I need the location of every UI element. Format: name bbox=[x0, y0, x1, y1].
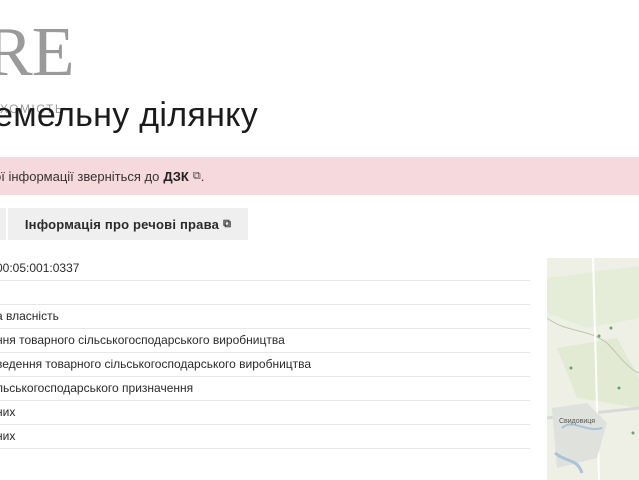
parcel-row-extra-2: них bbox=[0, 425, 530, 449]
alert-suffix: . bbox=[200, 168, 205, 184]
parcel-row-ownership: а власність bbox=[0, 305, 530, 329]
row-value: а власність bbox=[0, 309, 59, 323]
row-value: них bbox=[0, 429, 16, 443]
parcel-row-purpose: ння товарного сільськогосподарського вир… bbox=[0, 329, 530, 353]
parcel-row-empty bbox=[0, 281, 530, 305]
tab-rights-info-label: Інформація про речові права bbox=[24, 216, 220, 232]
tab-rights-info[interactable]: Інформація про речові права ⧉ bbox=[8, 208, 248, 240]
row-value: ведення товарного сільськогосподарського… bbox=[0, 357, 312, 371]
external-link-icon[interactable]: ⧉ bbox=[193, 170, 201, 183]
brand-logo[interactable]: RE ХОМІСТЬ bbox=[0, 14, 80, 117]
parcel-row-cadastral: 00:05:001:0337 bbox=[0, 256, 530, 281]
page-title: емельну ділянку bbox=[0, 96, 259, 134]
parcel-row-category: льськогосподарського призначення bbox=[0, 377, 530, 401]
info-alert: ої інформації зверніться до ДЗК ⧉ . bbox=[0, 157, 639, 195]
dzk-link[interactable]: ДЗК bbox=[163, 169, 189, 184]
parcel-row-extra-1: них bbox=[0, 401, 530, 425]
alert-text: ої інформації зверніться до bbox=[0, 168, 160, 184]
map-canvas bbox=[547, 258, 639, 480]
row-value: льськогосподарського призначення bbox=[0, 381, 194, 395]
parcel-row-usage: ведення товарного сільськогосподарського… bbox=[0, 353, 530, 377]
parcel-info-list: 00:05:001:0337 а власність ння товарного… bbox=[0, 256, 530, 449]
external-link-icon: ⧉ bbox=[223, 217, 232, 230]
row-value: ння товарного сільськогосподарського вир… bbox=[0, 333, 285, 347]
logo-letters: RE bbox=[0, 14, 74, 91]
parcel-map[interactable]: Свидовиця bbox=[547, 258, 639, 480]
row-value: них bbox=[0, 405, 16, 419]
tab-general[interactable] bbox=[0, 208, 6, 240]
row-value: 00:05:001:0337 bbox=[0, 261, 80, 275]
map-place-label: Свидовиця bbox=[559, 418, 596, 425]
